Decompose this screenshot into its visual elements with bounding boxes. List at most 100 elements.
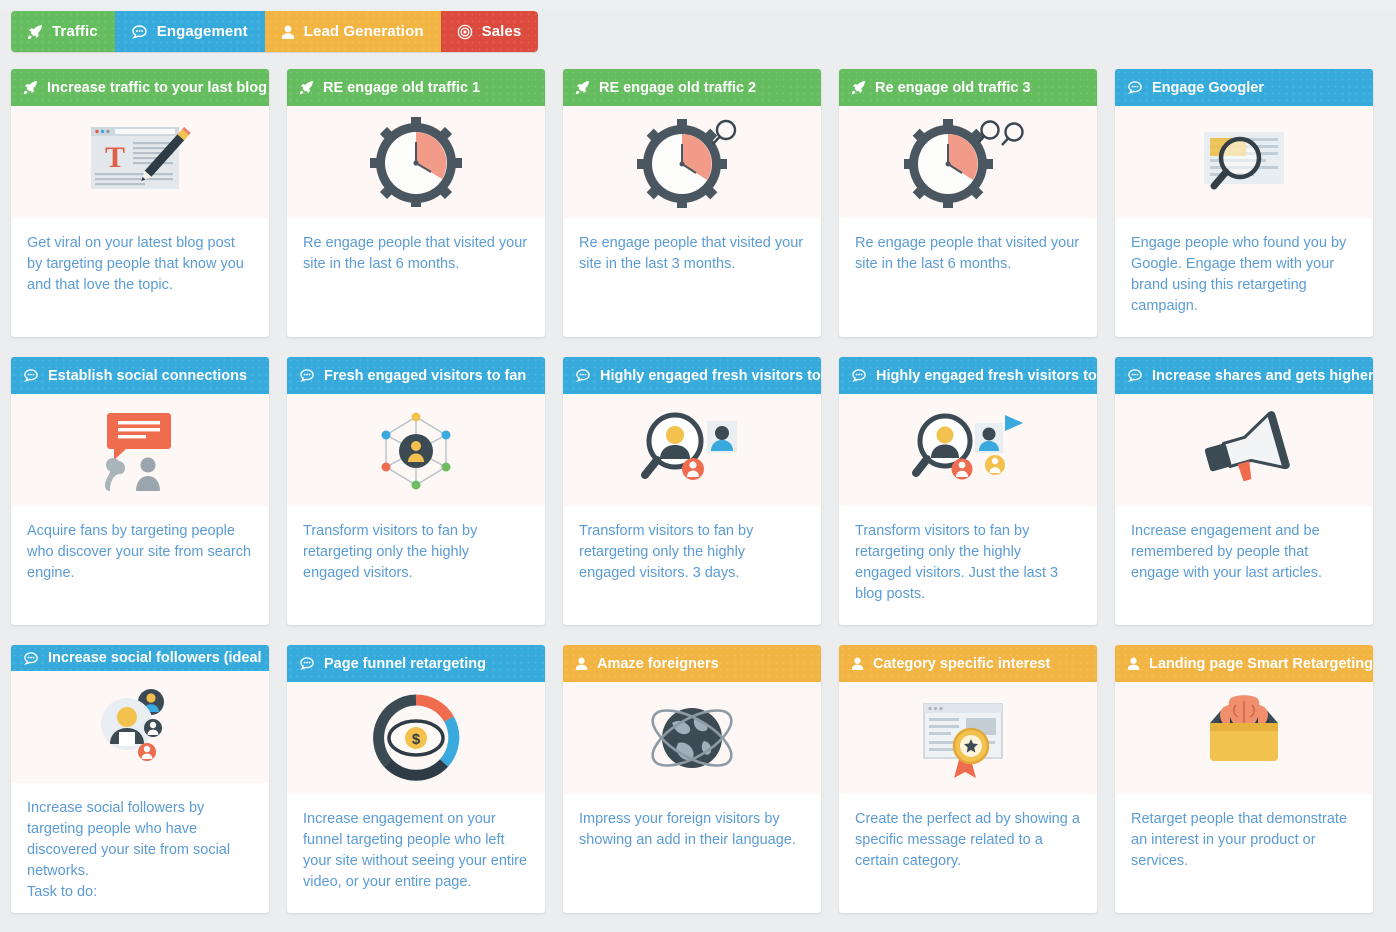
document-magnifier-illustration <box>1115 106 1373 218</box>
card-description: Transform visitors to fan by retargeting… <box>303 523 478 581</box>
campaign-card[interactable]: Amaze foreigners Impress your foreign vi… <box>563 645 821 913</box>
campaign-card[interactable]: Highly engaged fresh visitors to Transfo… <box>839 357 1097 625</box>
funnel-eye-dollar-illustration: $ <box>287 682 545 794</box>
user-icon <box>281 24 295 40</box>
tab-lead-generation[interactable]: Lead Generation <box>264 11 441 52</box>
campaign-card[interactable]: Fresh engaged visitors to fan Transform … <box>287 357 545 625</box>
campaign-card[interactable]: Landing page Smart Retargeting Retarget … <box>1115 645 1373 913</box>
chat-bubble-heads-illustration <box>11 394 269 506</box>
card-title: Page funnel retargeting <box>324 655 486 672</box>
campaign-card[interactable]: Increase shares and gets higher Increase… <box>1115 357 1373 625</box>
card-header[interactable]: Page funnel retargeting <box>287 645 545 682</box>
tab-label: Lead Generation <box>303 23 424 40</box>
card-header[interactable]: Re engage old traffic 3 <box>839 69 1097 106</box>
campaign-card[interactable]: RE engage old traffic 1 Re engage people… <box>287 69 545 337</box>
card-title: Increase shares and gets higher <box>1152 367 1373 384</box>
card-title: Landing page Smart Retargeting <box>1149 655 1373 672</box>
card-description: Transform visitors to fan by retargeting… <box>855 523 1059 602</box>
category-tabbar: Traffic Engagement Lead Generation Sales <box>11 11 539 52</box>
card-description-wrapper: Increase engagement on your funnel targe… <box>287 794 545 913</box>
globe-orbit-illustration <box>563 682 821 794</box>
card-header[interactable]: Fresh engaged visitors to fan <box>287 357 545 394</box>
card-description: Increase engagement on your funnel targe… <box>303 811 528 890</box>
card-header[interactable]: Increase traffic to your last blog <box>11 69 269 106</box>
campaign-card[interactable]: Page funnel retargeting $ Increase engag… <box>287 645 545 913</box>
campaign-card[interactable]: Increase traffic to your last blog T Get… <box>11 69 269 337</box>
card-description-wrapper: Re engage people that visited your site … <box>287 218 545 337</box>
card-header[interactable]: Increase shares and gets higher <box>1115 357 1373 394</box>
comment-icon <box>299 656 315 671</box>
card-description: Acquire fans by targeting people who dis… <box>27 523 252 581</box>
clock-gear-double-magnifier-illustration <box>839 106 1097 218</box>
add-user-group-illustration <box>11 671 269 783</box>
card-description-wrapper: Engage people who found you by Google. E… <box>1115 218 1373 337</box>
tab-sales[interactable]: Sales <box>440 11 539 52</box>
card-description: Create the perfect ad by showing a speci… <box>855 811 1080 869</box>
card-title: Category specific interest <box>873 655 1051 672</box>
user-icon <box>851 656 864 671</box>
svg-text:$: $ <box>412 731 421 748</box>
tab-traffic[interactable]: Traffic <box>11 11 115 52</box>
rocket-icon <box>851 80 866 95</box>
tab-label: Engagement <box>156 23 248 40</box>
card-header[interactable]: RE engage old traffic 2 <box>563 69 821 106</box>
clock-gear-illustration <box>287 106 545 218</box>
card-header[interactable]: RE engage old traffic 1 <box>287 69 545 106</box>
campaign-card[interactable]: Engage Googler Engage people who found y… <box>1115 69 1373 337</box>
card-title: Increase traffic to your last blog <box>47 79 267 96</box>
tab-label: Sales <box>481 23 522 40</box>
megaphone-illustration <box>1115 394 1373 506</box>
card-header[interactable]: Category specific interest <box>839 645 1097 682</box>
user-icon <box>1127 656 1140 671</box>
card-description-wrapper: Re engage people that visited your site … <box>839 218 1097 337</box>
card-description-wrapper: Get viral on your latest blog post by ta… <box>11 218 269 337</box>
card-title: Highly engaged fresh visitors to <box>876 367 1097 384</box>
campaign-card[interactable]: Increase social followers (ideal Increas… <box>11 645 269 913</box>
card-title: Fresh engaged visitors to fan <box>324 367 527 384</box>
card-header[interactable]: Increase social followers (ideal <box>11 645 269 671</box>
card-description-wrapper: Retarget people that demonstrate an inte… <box>1115 794 1373 913</box>
card-title: Engage Googler <box>1152 79 1264 96</box>
card-description-wrapper: Transform visitors to fan by retargeting… <box>839 506 1097 625</box>
campaign-card[interactable]: Re engage old traffic 3 Re engage people… <box>839 69 1097 337</box>
rocket-icon <box>27 24 43 40</box>
card-description: Increase engagement and be remembered by… <box>1131 523 1323 581</box>
card-description-wrapper: Increase social followers by targeting p… <box>11 783 269 913</box>
campaign-card-grid: Increase traffic to your last blog T Get… <box>0 52 1396 913</box>
card-description: Re engage people that visited your site … <box>855 235 1080 272</box>
tab-label: Traffic <box>52 23 98 40</box>
card-title: Establish social connections <box>48 367 248 384</box>
card-description: Impress your foreign visitors by showing… <box>579 811 796 848</box>
card-header[interactable]: Engage Googler <box>1115 69 1373 106</box>
svg-text:T: T <box>105 141 125 174</box>
card-description: Increase social followers by targeting p… <box>27 800 231 900</box>
card-description-wrapper: Acquire fans by targeting people who dis… <box>11 506 269 625</box>
card-description-wrapper: Increase engagement and be remembered by… <box>1115 506 1373 625</box>
tab-engagement[interactable]: Engagement <box>114 11 265 52</box>
bullseye-icon <box>457 24 473 40</box>
campaign-card[interactable]: RE engage old traffic 2 Re engage people… <box>563 69 821 337</box>
user-icon <box>575 656 588 671</box>
card-title: Amaze foreigners <box>597 655 719 672</box>
card-header[interactable]: Highly engaged fresh visitors to <box>839 357 1097 394</box>
card-header[interactable]: Establish social connections <box>11 357 269 394</box>
rocket-icon <box>575 80 590 95</box>
campaign-card[interactable]: Establish social connections Acquire fan… <box>11 357 269 625</box>
comment-icon <box>575 368 591 383</box>
comment-icon <box>1127 368 1143 383</box>
card-description-wrapper: Re engage people that visited your site … <box>563 218 821 337</box>
comment-icon <box>23 651 39 666</box>
card-header[interactable]: Highly engaged fresh visitors to <box>563 357 821 394</box>
comment-icon <box>23 368 39 383</box>
comment-icon <box>299 368 315 383</box>
campaign-card[interactable]: Highly engaged fresh visitors to Transfo… <box>563 357 821 625</box>
card-description: Get viral on your latest blog post by ta… <box>27 235 244 293</box>
card-header[interactable]: Amaze foreigners <box>563 645 821 682</box>
card-title: Increase social followers (ideal <box>48 650 262 666</box>
campaign-card[interactable]: Category specific interest Create the pe… <box>839 645 1097 913</box>
card-header[interactable]: Landing page Smart Retargeting <box>1115 645 1373 682</box>
user-search-illustration <box>563 394 821 506</box>
card-description-wrapper: Create the perfect ad by showing a speci… <box>839 794 1097 913</box>
card-description: Transform visitors to fan by retargeting… <box>579 523 754 581</box>
blog-post-pencil-illustration: T <box>11 106 269 218</box>
